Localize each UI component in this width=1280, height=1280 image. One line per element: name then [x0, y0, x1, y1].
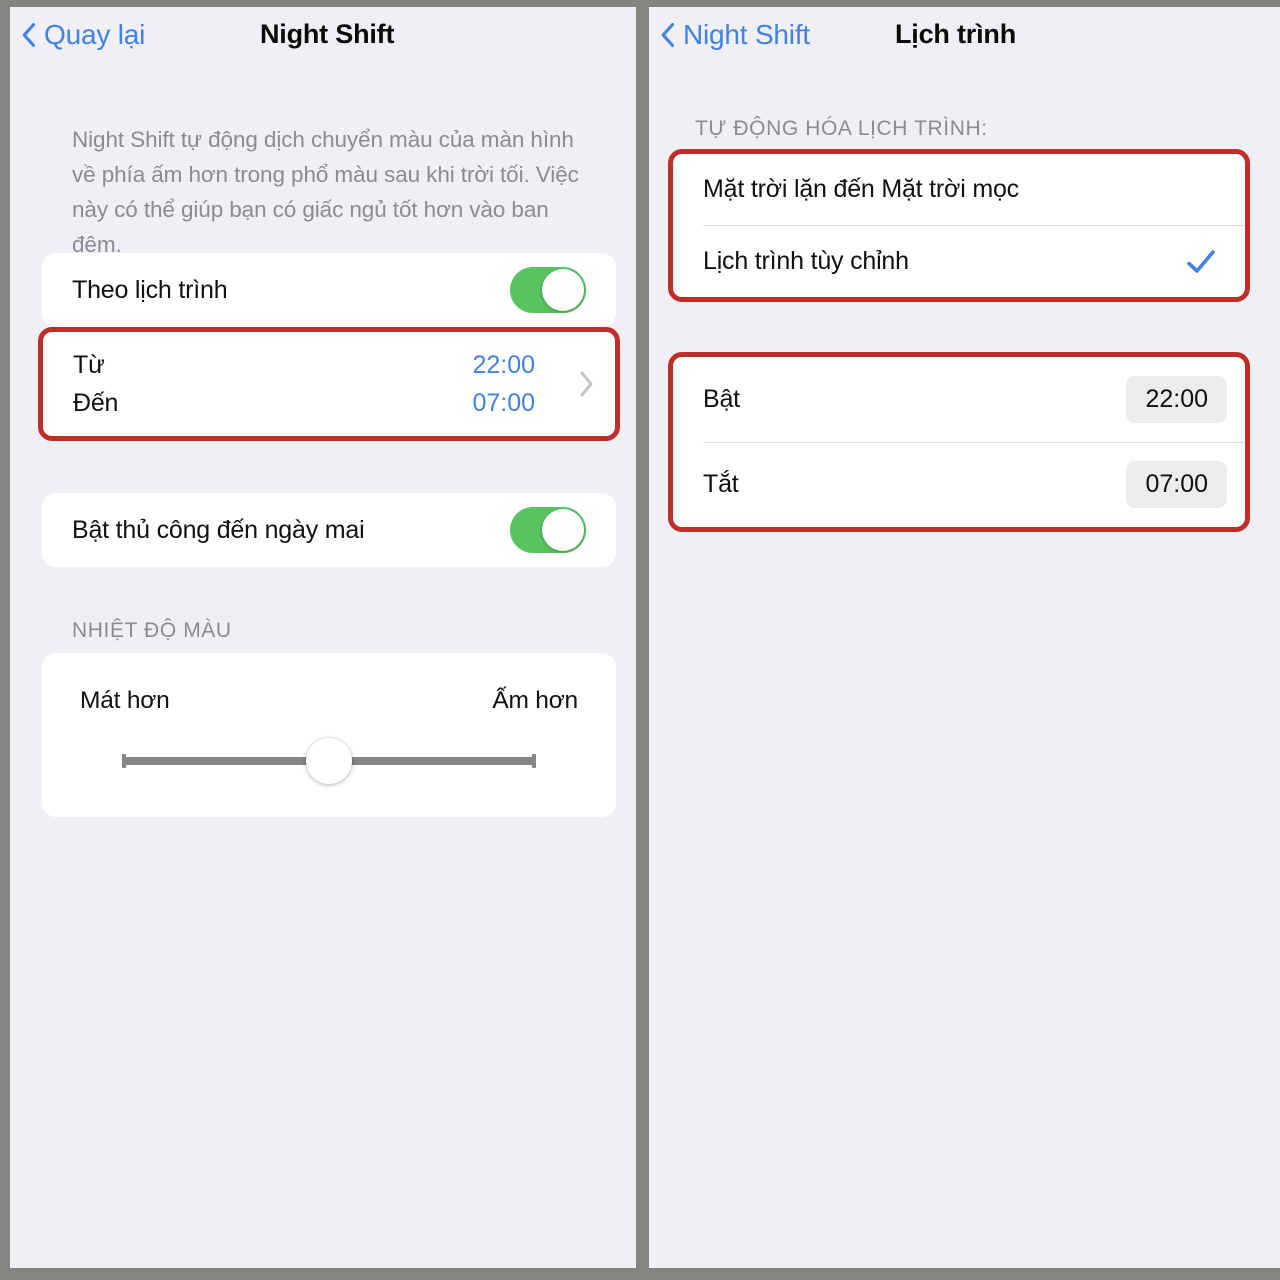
- slider-track-cap-right: [532, 754, 536, 768]
- night-shift-description: Night Shift tự động dịch chuyển màu của …: [72, 127, 579, 257]
- toggle-knob: [542, 269, 584, 311]
- turn-on-time-value[interactable]: 22:00: [1126, 375, 1227, 423]
- color-temperature-header: NHIỆT ĐỘ MÀU: [72, 619, 232, 642]
- manual-until-tomorrow-label: Bật thủ công đến ngày mai: [72, 515, 365, 544]
- night-shift-settings-panel: Quay lại Night Shift Night Shift tự động…: [10, 7, 636, 1268]
- chevron-right-icon: [579, 370, 595, 398]
- color-temperature-slider[interactable]: [122, 738, 536, 784]
- automation-options-list: Mặt trời lặn đến Mặt trời mọc Lịch trình…: [673, 154, 1245, 297]
- manual-until-tomorrow-toggle-switch[interactable]: [510, 507, 586, 553]
- toggle-knob: [542, 509, 584, 551]
- slider-thumb[interactable]: [306, 738, 352, 784]
- color-temperature-labels: Mát hơn Ấm hơn: [80, 687, 578, 715]
- to-value: 07:00: [472, 388, 535, 417]
- automation-options-highlight-box: Mặt trời lặn đến Mặt trời mọc Lịch trình…: [668, 149, 1250, 302]
- turn-off-label: Tắt: [703, 470, 739, 499]
- scheduled-label: Theo lịch trình: [72, 275, 228, 304]
- automation-option-custom-schedule[interactable]: Lịch trình tùy chỉnh: [673, 226, 1245, 297]
- turn-on-time-row[interactable]: Bật 22:00: [673, 357, 1245, 442]
- from-to-highlight-box[interactable]: Từ 22:00 Đến 07:00: [38, 327, 620, 441]
- checkmark-icon: [1185, 246, 1217, 278]
- to-label: Đến: [73, 388, 119, 417]
- manual-until-tomorrow-row[interactable]: Bật thủ công đến ngày mai: [42, 493, 616, 567]
- automation-option-sunset-to-sunrise[interactable]: Mặt trời lặn đến Mặt trời mọc: [673, 154, 1245, 225]
- from-label: Từ: [73, 350, 105, 379]
- slider-track-cap-left: [122, 754, 126, 768]
- from-value: 22:00: [472, 350, 535, 379]
- from-to-rows: Từ 22:00 Đến 07:00: [43, 332, 615, 436]
- color-temperature-card: Mát hơn Ấm hơn: [42, 653, 616, 817]
- to-row[interactable]: Đến 07:00: [73, 384, 587, 422]
- turn-off-time-value[interactable]: 07:00: [1126, 461, 1227, 509]
- screenshot-root: Quay lại Night Shift Night Shift tự động…: [0, 0, 1280, 1280]
- warmer-label: Ấm hơn: [492, 687, 578, 714]
- scheduled-row[interactable]: Theo lịch trình: [42, 253, 616, 327]
- right-page-title: Lịch trình: [895, 19, 1016, 49]
- automation-option-label: Lịch trình tùy chỉnh: [703, 247, 909, 275]
- turn-on-label: Bật: [703, 384, 740, 413]
- scheduled-toggle-switch[interactable]: [510, 267, 586, 313]
- turn-off-time-row[interactable]: Tắt 07:00: [673, 443, 1245, 528]
- from-row[interactable]: Từ 22:00: [73, 346, 587, 384]
- automation-option-label: Mặt trời lặn đến Mặt trời mọc: [703, 175, 1019, 203]
- right-navbar: Night Shift Lịch trình: [649, 7, 1280, 62]
- left-page-title: Night Shift: [260, 19, 395, 49]
- cooler-label: Mát hơn: [80, 687, 170, 714]
- left-navbar: Quay lại Night Shift: [10, 7, 636, 62]
- automation-section-header: TỰ ĐỘNG HÓA LỊCH TRÌNH:: [695, 117, 988, 140]
- custom-times-list: Bật 22:00 Tắt 07:00: [673, 357, 1245, 527]
- scheduled-toggle-card: Theo lịch trình: [42, 253, 616, 327]
- custom-times-highlight-box: Bật 22:00 Tắt 07:00: [668, 352, 1250, 532]
